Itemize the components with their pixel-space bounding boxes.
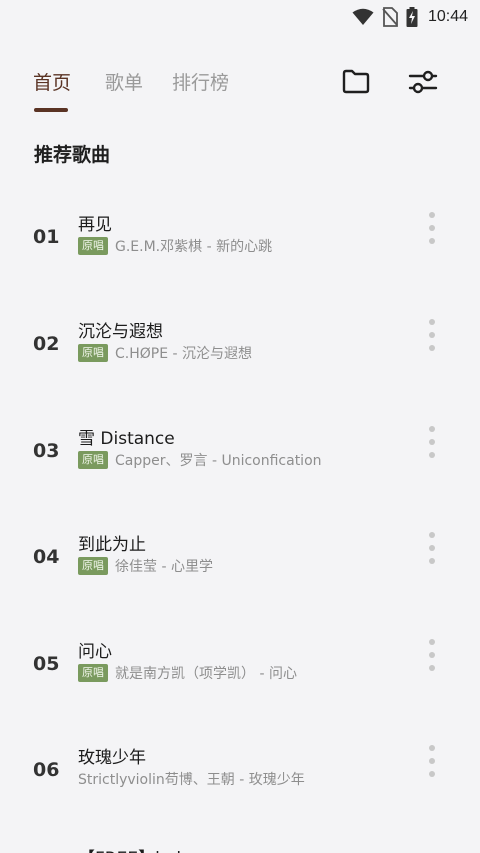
song-item[interactable]: 02 沉沦与遐想 原唱 C.HØPE - 沉沦与遐想 (0, 307, 480, 413)
more-options-button[interactable] (422, 315, 442, 355)
song-item[interactable]: 04 到此为止 原唱 徐佳莹 - 心里学 (0, 520, 480, 626)
more-dot-icon (429, 545, 435, 551)
more-dot-icon (429, 558, 435, 564)
song-subtitle: Strictlyviolin苟博、王朝 - 玫瑰少年 (78, 769, 305, 789)
more-dot-icon (429, 332, 435, 338)
sliders-icon (407, 68, 439, 100)
wifi-icon (352, 8, 374, 26)
more-dot-icon (429, 426, 435, 432)
song-artist: C.HØPE - 沉沦与遐想 (115, 346, 253, 362)
more-dot-icon (429, 345, 435, 351)
song-artist: G.E.M.邓紫棋 - 新的心跳 (115, 239, 273, 255)
more-dot-icon (429, 532, 435, 538)
more-dot-icon (429, 758, 435, 764)
song-artist: 就是南方凯（项学凯） - 问心 (115, 666, 297, 682)
status-icons: 10:44 (352, 5, 468, 29)
song-item[interactable]: 05 问心 原唱 就是南方凯（项学凯） - 问心 (0, 627, 480, 733)
more-dot-icon (429, 439, 435, 445)
song-title: 雪 Distance (78, 429, 175, 449)
tab-home[interactable]: 首页 (33, 68, 71, 95)
more-dot-icon (429, 665, 435, 671)
song-artist: 徐佳莹 - 心里学 (115, 559, 213, 575)
settings-button[interactable] (405, 66, 441, 102)
song-item[interactable]: 01 再见 原唱 G.E.M.邓紫棋 - 新的心跳 (0, 200, 480, 306)
more-options-button[interactable] (422, 422, 442, 462)
more-options-button[interactable] (422, 528, 442, 568)
original-badge: 原唱 (78, 451, 108, 469)
more-options-button[interactable] (422, 635, 442, 675)
no-sim-icon (382, 7, 398, 27)
song-artist: Strictlyviolin苟博、王朝 - 玫瑰少年 (78, 772, 305, 788)
more-options-button[interactable] (422, 208, 442, 248)
more-dot-icon (429, 225, 435, 231)
song-number: 03 (33, 440, 60, 462)
song-title: 到此为止 (78, 535, 146, 555)
more-dot-icon (429, 771, 435, 777)
song-item[interactable]: 03 雪 Distance 原唱 Capper、罗言 - Uniconficat… (0, 414, 480, 520)
song-title: 沉沦与遐想 (78, 322, 163, 342)
tab-charts[interactable]: 排行榜 (172, 68, 229, 95)
song-item[interactable]: 06 玫瑰少年 Strictlyviolin苟博、王朝 - 玫瑰少年 (0, 733, 480, 839)
folder-icon (341, 69, 371, 99)
song-subtitle: 原唱 徐佳莹 - 心里学 (78, 556, 213, 576)
more-dot-icon (429, 652, 435, 658)
song-number: 02 (33, 333, 60, 355)
song-number: 05 (33, 653, 60, 675)
battery-charging-icon (406, 7, 418, 27)
more-dot-icon (429, 212, 435, 218)
original-badge: 原唱 (78, 344, 108, 362)
song-number: 01 (33, 226, 60, 248)
song-artist: Capper、罗言 - Uniconfication (115, 453, 322, 469)
app-screen: 10:44 首页 歌单 排行榜 推荐歌曲 01 再见 原唱 G.E.M.邓紫棋 … (0, 0, 480, 853)
status-bar: 10:44 (0, 0, 480, 34)
more-dot-icon (429, 639, 435, 645)
song-number: 04 (33, 546, 60, 568)
song-title: 【FREE】lodc... (78, 844, 207, 853)
song-subtitle: 原唱 就是南方凯（项学凯） - 问心 (78, 663, 297, 683)
song-title: 再见 (78, 215, 112, 235)
more-options-button[interactable] (422, 741, 442, 781)
song-subtitle: 原唱 G.E.M.邓紫棋 - 新的心跳 (78, 236, 272, 256)
song-item[interactable]: 【FREE】lodc... (0, 835, 480, 853)
song-subtitle: 原唱 C.HØPE - 沉沦与遐想 (78, 343, 252, 363)
status-time: 10:44 (427, 8, 468, 25)
more-dot-icon (429, 319, 435, 325)
more-dot-icon (429, 238, 435, 244)
song-subtitle: 原唱 Capper、罗言 - Uniconfication (78, 450, 322, 470)
active-tab-indicator (34, 108, 68, 112)
section-title: 推荐歌曲 (34, 144, 111, 166)
song-title: 问心 (78, 642, 112, 662)
more-dot-icon (429, 452, 435, 458)
folder-button[interactable] (338, 66, 374, 102)
original-badge: 原唱 (78, 664, 108, 682)
tab-playlists[interactable]: 歌单 (105, 68, 143, 95)
more-dot-icon (429, 745, 435, 751)
original-badge: 原唱 (78, 557, 108, 575)
top-tab-bar: 首页 歌单 排行榜 (0, 60, 480, 116)
original-badge: 原唱 (78, 237, 108, 255)
song-number: 06 (33, 759, 60, 781)
song-title: 玫瑰少年 (78, 748, 146, 768)
